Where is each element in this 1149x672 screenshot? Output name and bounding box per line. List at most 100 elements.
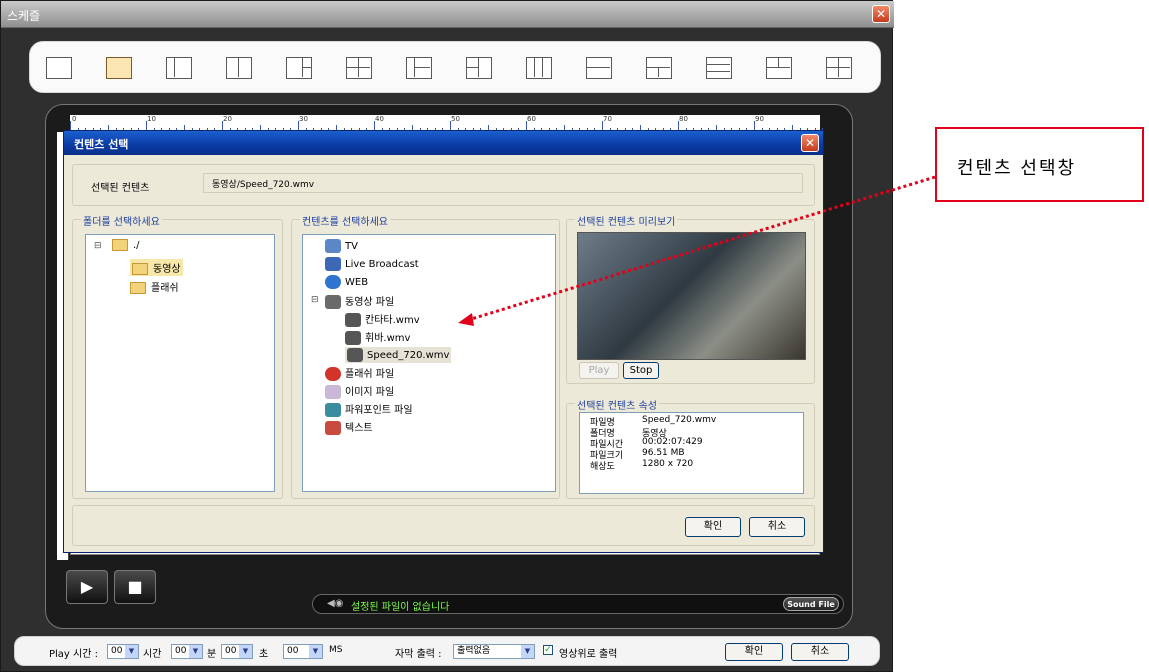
layout-rows-three-icon[interactable] [706,57,732,79]
flash-icon [325,367,341,381]
content-tree: TV Live Broadcast WEB ⊟ 동영상 파일 칸타타.wmv 휘… [302,234,556,492]
chevron-down-icon: ▼ [521,645,534,658]
content-item-live-broadcast[interactable]: Live Broadcast [325,257,419,271]
ruler-label: 20 [223,115,232,123]
second-select[interactable]: 00 ▼ [221,644,253,659]
video-preview [577,232,806,360]
window-title: 스케즐 [7,9,41,23]
folder-item-label: 플래쉬 [151,283,179,294]
folder-item-video[interactable]: 동영상 [130,259,183,276]
powerpoint-icon [325,403,341,417]
dialog-ok-button[interactable]: 확인 [685,517,741,537]
content-item-image-files[interactable]: 이미지 파일 [325,383,394,399]
ruler-label: 60 [527,115,536,123]
layout-toolbar [29,41,881,93]
minute-select[interactable]: 00 ▼ [171,644,203,659]
bottom-control-bar: Play 시간 : 00 ▼ 시간 00 ▼ 분 00 ▼ 초 00 ▼ MS 자막 출… [14,636,880,666]
play-time-label: Play 시간 : [49,649,98,660]
ruler-label: 30 [299,115,308,123]
bottom-cancel-button[interactable]: 취소 [791,643,849,661]
video-file-item[interactable]: 칸타타.wmv [345,311,420,327]
folder-group-label: 폴더를 선택하세요 [81,213,162,228]
dialog-button-row: 확인 취소 [72,505,815,546]
web-globe-icon [325,275,341,289]
content-item-label: 텍스트 [345,423,373,434]
preview-panel: 선택된 컨텐츠 미리보기 Play Stop [566,213,815,384]
dialog-cancel-button[interactable]: 취소 [749,517,805,537]
content-item-web[interactable]: WEB [325,275,368,289]
content-item-text[interactable]: 텍스트 [325,419,373,435]
folder-item-flash[interactable]: 플래쉬 [130,279,179,294]
ms-select[interactable]: 00 ▼ [283,644,323,659]
play-icon[interactable]: ▶ [66,570,108,604]
folder-panel: 폴더를 선택하세요 ⊟ ./ 동영상 플래쉬 [72,213,283,499]
second-value: 00 [225,646,237,656]
content-group-label: 컨텐츠를 선택하세요 [300,213,390,228]
callout-text: 컨텐츠 선택창 [957,158,1077,179]
content-item-label: 동영상 파일 [345,297,395,308]
stop-icon[interactable]: ■ [114,570,156,604]
video-file-item[interactable]: 휘바.wmv [345,329,410,345]
overlay-label: 영상위로 출력 [559,649,618,660]
layout-three-columns-icon[interactable] [526,57,552,79]
dialog-close-icon[interactable]: ✕ [801,134,819,152]
layout-quad-left-icon[interactable] [406,57,432,79]
layout-top-half-split-icon[interactable] [766,57,792,79]
video-file-label: 휘바.wmv [365,333,411,344]
prop-value: 1280 x 720 [642,459,694,469]
video-file-label: 칸타타.wmv [365,315,420,326]
hour-unit: 시간 [143,649,162,660]
layout-single-selected-icon[interactable] [106,57,132,79]
prop-value: 00:02:07:429 [642,437,703,447]
window-titlebar: 스케즐 ✕ [1,1,894,28]
subtitle-select[interactable]: 출력없음 ▼ [453,644,535,659]
folder-item-label: 동영상 [153,264,181,275]
content-item-powerpoint-files[interactable]: 파워포인트 파일 [325,401,413,417]
ruler-label: 80 [679,115,688,123]
layout-top-split-icon[interactable] [346,57,372,79]
minute-unit: 분 [207,649,217,660]
collapse-icon[interactable]: ⊟ [94,241,102,251]
ruler-label: 70 [603,115,612,123]
broadcast-icon [325,257,341,271]
ruler-label: 50 [451,115,460,123]
second-unit: 초 [259,649,269,660]
minute-value: 00 [175,646,187,656]
properties-box: 파일명 Speed_720.wmv 폴더명 동영상 파일시간 00:02:07:… [579,412,804,494]
content-item-video-files[interactable]: 동영상 파일 [325,293,394,309]
chevron-down-icon: ▼ [239,645,252,658]
layout-rows-split-icon[interactable] [646,57,672,79]
bottom-ok-button[interactable]: 확인 [725,643,783,661]
prop-value: 96.51 MB [642,448,685,458]
tree-root[interactable]: ./ [112,239,140,251]
play-button[interactable]: Play [579,362,619,379]
stop-button[interactable]: Stop [623,362,659,379]
content-item-label: 플래쉬 파일 [345,369,395,380]
layout-split-left-icon[interactable] [166,57,192,79]
layout-split-half-icon[interactable] [226,57,252,79]
hour-select[interactable]: 00 ▼ [107,644,139,659]
content-item-tv[interactable]: TV [325,239,358,253]
ruler-label: 10 [147,115,156,123]
layout-quad-icon[interactable] [826,57,852,79]
video-file-icon [345,313,361,327]
video-file-item-selected[interactable]: Speed_720.wmv [345,347,452,363]
content-item-flash-files[interactable]: 플래쉬 파일 [325,365,394,381]
content-item-label: TV [345,241,358,252]
layout-single-icon[interactable] [46,57,72,79]
overlay-checkbox[interactable]: ✓ [543,645,553,655]
selected-content-field: 동영상/Speed_720.wmv [203,173,803,193]
ruler-label: 40 [375,115,384,123]
layout-three-pane-icon[interactable] [466,57,492,79]
preview-group-label: 선택된 컨텐츠 미리보기 [575,213,678,228]
subtitle-value: 출력없음 [457,646,491,656]
sound-file-button[interactable]: Sound File [783,597,839,611]
layout-two-rows-icon[interactable] [586,57,612,79]
layout-split-right-icon[interactable] [286,57,312,79]
window-close-icon[interactable]: ✕ [872,5,890,23]
collapse-icon[interactable]: ⊟ [311,295,319,305]
video-file-icon [325,295,341,309]
content-panel: 컨텐츠를 선택하세요 TV Live Broadcast WEB ⊟ 동영상 파… [291,213,560,499]
ms-unit: MS [329,645,343,655]
speaker-icon: ◀◉ [327,598,344,609]
